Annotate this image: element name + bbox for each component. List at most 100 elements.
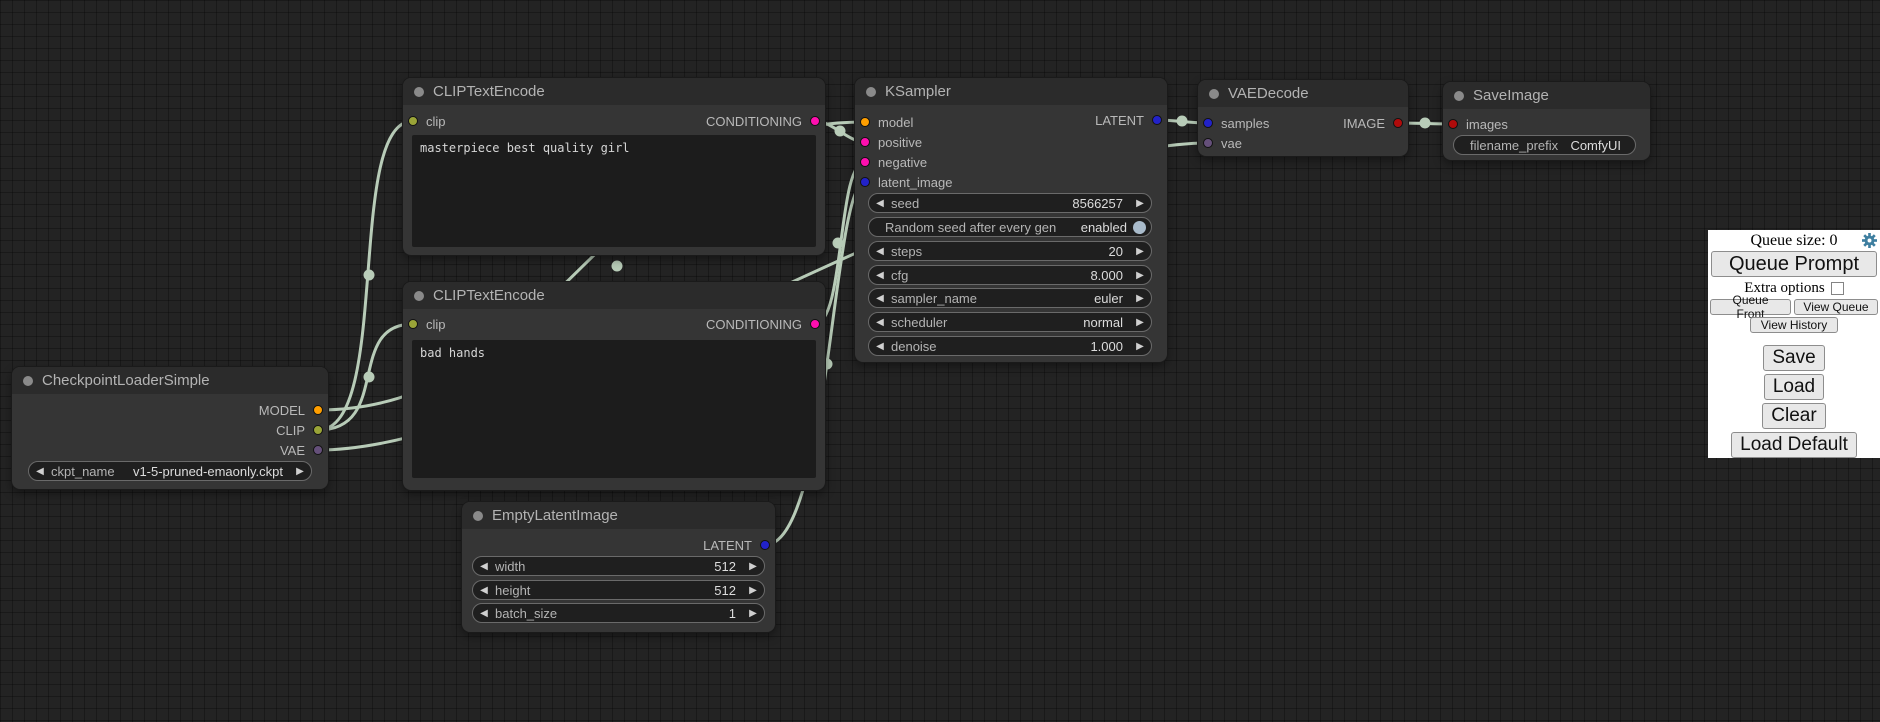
collapse-dot-icon[interactable] <box>414 291 424 301</box>
toggle-enabled-icon[interactable] <box>1133 221 1146 234</box>
collapse-dot-icon[interactable] <box>473 511 483 521</box>
view-history-button[interactable]: View History <box>1750 317 1838 333</box>
decrement-arrow-icon[interactable] <box>473 608 495 619</box>
widget-label: batch_size <box>495 606 557 621</box>
increment-arrow-icon[interactable] <box>742 608 764 619</box>
node-title: CLIPTextEncode <box>433 83 545 100</box>
port-dot-conditioning-output[interactable] <box>810 319 820 329</box>
queue-front-button[interactable]: Queue Front <box>1710 299 1791 315</box>
seed-widget[interactable]: seed 8566257 <box>868 193 1152 213</box>
decrement-arrow-icon[interactable] <box>869 198 891 209</box>
output-label-model: MODEL <box>259 403 305 418</box>
queue-size-label: Queue size: 0 <box>1750 232 1837 249</box>
save-button[interactable]: Save <box>1763 345 1824 371</box>
node-save-image[interactable]: SaveImage images filename_prefix ComfyUI <box>1443 82 1650 160</box>
denoise-widget[interactable]: denoise 1.000 <box>868 336 1152 356</box>
port-dot-clip-input[interactable] <box>408 116 418 126</box>
increment-arrow-icon[interactable] <box>1129 270 1151 281</box>
node-vae-decode[interactable]: VAEDecode samples vae IMAGE <box>1198 80 1408 156</box>
node-clip-text-encode-negative[interactable]: CLIPTextEncode clip CONDITIONING bad han… <box>403 282 825 490</box>
widget-label: sampler_name <box>891 291 977 306</box>
widget-value: euler <box>977 291 1123 306</box>
port-dot-clip-output[interactable] <box>313 425 323 435</box>
collapse-dot-icon[interactable] <box>23 376 33 386</box>
node-empty-latent-image[interactable]: EmptyLatentImage LATENT width 512 height… <box>462 502 775 632</box>
node-clip-text-encode-positive[interactable]: CLIPTextEncode clip CONDITIONING masterp… <box>403 78 825 255</box>
width-widget[interactable]: width 512 <box>472 556 765 576</box>
increment-arrow-icon[interactable] <box>1129 317 1151 328</box>
port-dot-image-output[interactable] <box>1393 118 1403 128</box>
output-label-clip: CLIP <box>276 423 305 438</box>
increment-arrow-icon[interactable] <box>742 561 764 572</box>
port-dot-images-input[interactable] <box>1448 119 1458 129</box>
port-dot-model-input[interactable] <box>860 117 870 127</box>
increment-arrow-icon[interactable] <box>1129 198 1151 209</box>
input-label-samples: samples <box>1221 116 1269 131</box>
steps-widget[interactable]: steps 20 <box>868 241 1152 261</box>
clear-button[interactable]: Clear <box>1762 403 1825 429</box>
increment-arrow-icon[interactable] <box>1129 246 1151 257</box>
widget-value: 1.000 <box>937 339 1123 354</box>
negative-prompt-textarea[interactable]: bad hands <box>412 340 816 478</box>
node-ksampler[interactable]: KSampler model positive negative latent_… <box>855 78 1167 362</box>
port-dot-vae-output[interactable] <box>313 445 323 455</box>
node-title-bar[interactable]: CLIPTextEncode <box>403 282 825 309</box>
increment-arrow-icon[interactable] <box>289 466 311 477</box>
port-dot-positive-input[interactable] <box>860 137 870 147</box>
settings-gear-icon[interactable] <box>1862 233 1877 248</box>
node-title-bar[interactable]: EmptyLatentImage <box>462 502 775 529</box>
widget-value: 8566257 <box>919 196 1123 211</box>
cfg-widget[interactable]: cfg 8.000 <box>868 265 1152 285</box>
port-dot-latent-input[interactable] <box>860 177 870 187</box>
link-dot <box>1177 116 1188 127</box>
node-title-bar[interactable]: SaveImage <box>1443 82 1650 109</box>
increment-arrow-icon[interactable] <box>742 585 764 596</box>
extra-options-checkbox[interactable] <box>1831 282 1844 295</box>
queue-prompt-button[interactable]: Queue Prompt <box>1711 251 1877 277</box>
widget-label: steps <box>891 244 922 259</box>
decrement-arrow-icon[interactable] <box>869 317 891 328</box>
decrement-arrow-icon[interactable] <box>473 585 495 596</box>
load-default-button[interactable]: Load Default <box>1731 432 1857 458</box>
port-dot-latent-output[interactable] <box>1152 115 1162 125</box>
collapse-dot-icon[interactable] <box>414 87 424 97</box>
sampler-name-widget[interactable]: sampler_name euler <box>868 288 1152 308</box>
collapse-dot-icon[interactable] <box>1454 91 1464 101</box>
node-title: CheckpointLoaderSimple <box>42 372 210 389</box>
node-title-bar[interactable]: VAEDecode <box>1198 80 1408 107</box>
scheduler-widget[interactable]: scheduler normal <box>868 312 1152 332</box>
decrement-arrow-icon[interactable] <box>29 466 51 477</box>
port-dot-negative-input[interactable] <box>860 157 870 167</box>
node-title-bar[interactable]: KSampler <box>855 78 1167 105</box>
load-button[interactable]: Load <box>1764 374 1824 400</box>
node-title-bar[interactable]: CheckpointLoaderSimple <box>12 367 328 394</box>
ckpt-name-widget[interactable]: ckpt_name v1-5-pruned-emaonly.ckpt <box>28 461 312 481</box>
link-dot <box>833 238 844 249</box>
view-queue-button[interactable]: View Queue <box>1794 299 1878 315</box>
increment-arrow-icon[interactable] <box>1129 293 1151 304</box>
height-widget[interactable]: height 512 <box>472 580 765 600</box>
port-dot-latent-output[interactable] <box>760 540 770 550</box>
port-dot-clip-input[interactable] <box>408 319 418 329</box>
decrement-arrow-icon[interactable] <box>869 246 891 257</box>
widget-value: v1-5-pruned-emaonly.ckpt <box>115 464 283 479</box>
collapse-dot-icon[interactable] <box>1209 89 1219 99</box>
increment-arrow-icon[interactable] <box>1129 341 1151 352</box>
port-dot-vae-input[interactable] <box>1203 138 1213 148</box>
node-title-bar[interactable]: CLIPTextEncode <box>403 78 825 105</box>
positive-prompt-textarea[interactable]: masterpiece best quality girl <box>412 135 816 247</box>
decrement-arrow-icon[interactable] <box>869 341 891 352</box>
port-dot-conditioning-output[interactable] <box>810 116 820 126</box>
port-dot-samples-input[interactable] <box>1203 118 1213 128</box>
collapse-dot-icon[interactable] <box>866 87 876 97</box>
filename-prefix-widget[interactable]: filename_prefix ComfyUI <box>1453 135 1636 155</box>
batch-size-widget[interactable]: batch_size 1 <box>472 603 765 623</box>
port-dot-model-output[interactable] <box>313 405 323 415</box>
input-label-model: model <box>878 115 913 130</box>
decrement-arrow-icon[interactable] <box>869 293 891 304</box>
node-checkpoint-loader[interactable]: CheckpointLoaderSimple MODEL CLIP VAE ck… <box>12 367 328 489</box>
decrement-arrow-icon[interactable] <box>473 561 495 572</box>
decrement-arrow-icon[interactable] <box>869 270 891 281</box>
random-seed-toggle-widget[interactable]: Random seed after every gen enabled <box>868 217 1152 237</box>
output-label-vae: VAE <box>280 443 305 458</box>
